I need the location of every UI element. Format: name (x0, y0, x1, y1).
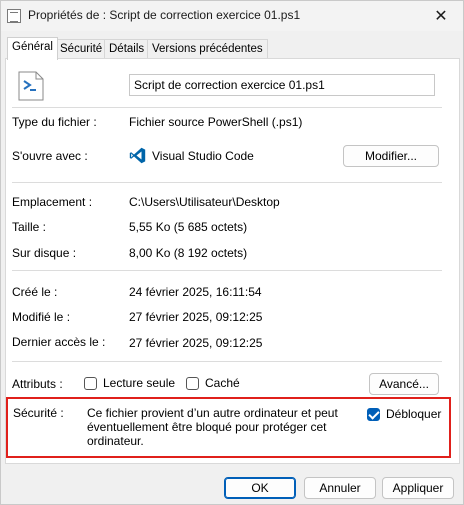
opens-with-label: S'ouvre avec : (12, 149, 88, 163)
security-highlight-box: Sécurité : Ce fichier provient d’un autr… (6, 397, 451, 458)
tab-general[interactable]: Général (7, 37, 58, 60)
properties-window: Propriétés de : Script de correction exe… (0, 0, 464, 505)
readonly-checkbox[interactable]: Lecture seule (84, 376, 175, 390)
advanced-button[interactable]: Avancé... (369, 373, 439, 395)
modified-value: 27 février 2025, 09:12:25 (129, 310, 263, 324)
general-panel: Script de correction exercice 01.ps1 Typ… (5, 58, 460, 464)
readonly-checkbox-box[interactable] (84, 376, 97, 390)
tab-previous-versions[interactable]: Versions précédentes (147, 39, 268, 59)
separator (12, 270, 442, 271)
file-type-label: Type du fichier : (12, 115, 97, 129)
cancel-button[interactable]: Annuler (304, 477, 376, 499)
disk-size-value: 8,00 Ko (8 192 octets) (129, 246, 248, 260)
vscode-icon (129, 147, 146, 164)
opens-with-app: Visual Studio Code (152, 149, 254, 163)
readonly-label: Lecture seule (103, 376, 176, 390)
separator (12, 182, 442, 183)
ok-button[interactable]: OK (224, 477, 296, 499)
apply-button[interactable]: Appliquer (382, 477, 454, 499)
hidden-label: Caché (205, 376, 240, 390)
window-title: Propriétés de : Script de correction exe… (28, 8, 301, 22)
modify-button[interactable]: Modifier... (343, 145, 439, 167)
unblock-checkbox-box[interactable] (367, 407, 380, 421)
separator (12, 107, 442, 108)
close-icon: ✕ (434, 8, 448, 25)
created-label: Créé le : (12, 285, 58, 299)
security-label: Sécurité : (13, 406, 64, 420)
disk-size-label: Sur disque : (12, 246, 77, 260)
attributes-label: Attributs : (12, 377, 63, 391)
location-label: Emplacement : (12, 195, 93, 209)
separator (12, 361, 442, 362)
hidden-checkbox-box[interactable] (186, 376, 199, 390)
size-label: Taille : (12, 220, 47, 234)
tab-security[interactable]: Sécurité (55, 39, 108, 59)
security-warning-text: Ce fichier provient d’un autre ordinateu… (87, 406, 338, 448)
accessed-value: 27 février 2025, 09:12:25 (129, 336, 263, 350)
properties-window-icon (7, 9, 21, 23)
title-bar: Propriétés de : Script de correction exe… (1, 1, 463, 31)
unblock-label: Débloquer (386, 407, 442, 421)
powershell-script-icon (18, 71, 44, 101)
modified-label: Modifié le : (12, 310, 71, 324)
created-value: 24 février 2025, 16:11:54 (129, 285, 262, 299)
file-type-value: Fichier source PowerShell (.ps1) (129, 115, 303, 129)
unblock-checkbox[interactable]: Débloquer (367, 407, 441, 421)
accessed-label: Dernier accès le : (12, 335, 106, 349)
location-value: C:\Users\Utilisateur\Desktop (129, 195, 280, 209)
size-value: 5,55 Ko (5 685 octets) (129, 220, 248, 234)
hidden-checkbox[interactable]: Caché (186, 376, 240, 390)
file-name-field[interactable]: Script de correction exercice 01.ps1 (129, 74, 435, 96)
close-button[interactable]: ✕ (419, 1, 463, 31)
tab-details[interactable]: Détails (104, 39, 150, 59)
